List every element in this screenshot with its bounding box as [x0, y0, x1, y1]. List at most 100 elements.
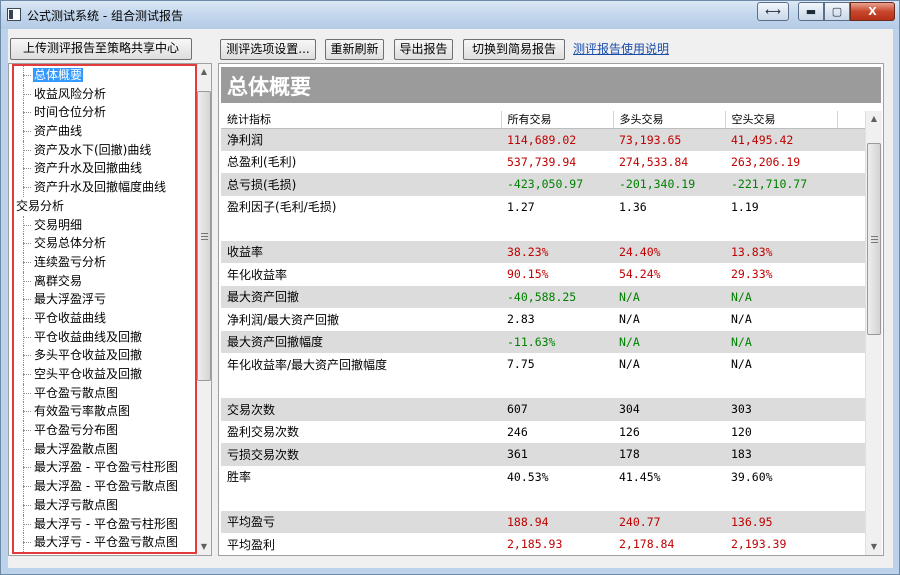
column-header-long[interactable]: 多头交易 — [613, 111, 726, 129]
column-header-short[interactable]: 空头交易 — [725, 111, 838, 129]
tree-item[interactable]: 交易明细 — [9, 215, 197, 235]
title-bar[interactable]: 公式测试系统 - 组合测试报告 ⟷ ▬ ▢ X — [1, 1, 899, 29]
all-trades-cell: 537,739.94 — [507, 154, 577, 169]
column-header-all[interactable]: 所有交易 — [501, 111, 614, 129]
upload-report-button[interactable]: 上传测评报告至策略共享中心 — [10, 38, 192, 60]
tree-item-label: 最大浮盈 - 平仓盈亏散点图 — [34, 479, 178, 494]
minimize-button[interactable]: ▬ — [798, 2, 824, 21]
table-row: 胜率 40.53% 41.45% 39.60% — [221, 466, 865, 489]
spacer-cell — [837, 330, 865, 353]
spacer-cell — [837, 151, 865, 174]
spacer-cell — [837, 240, 865, 263]
tree-scrollbar[interactable]: ▲ ▼ — [195, 64, 211, 555]
scroll-down-icon[interactable]: ▼ — [866, 539, 882, 555]
all-trades-cell — [501, 376, 613, 399]
tree-item[interactable]: 最大浮盈 - 平仓盈亏柱形图 — [9, 458, 197, 477]
scroll-thumb[interactable] — [197, 91, 211, 381]
long-trades-cell: 240.77 — [613, 510, 725, 533]
export-button[interactable]: 导出报告 — [394, 39, 453, 60]
tree-item[interactable]: 最大浮亏 - 平仓盈亏散点图 — [9, 533, 197, 552]
switch-simple-report-button[interactable]: 切换到简易报告 — [463, 39, 565, 60]
tree-item[interactable]: 平仓盈亏分布图 — [9, 421, 197, 440]
tree-item[interactable]: 交易分析 — [9, 197, 197, 216]
tree-item[interactable]: 连续盈亏分析 — [9, 252, 197, 272]
spacer-cell — [837, 263, 865, 286]
tree-item-label: 平仓收益曲线 — [34, 310, 107, 325]
all-trades-cell: 2,185.93 — [507, 537, 563, 552]
client-area: 上传测评报告至策略共享中心 测评选项设置... 重新刷新 导出报告 切换到简易报… — [8, 29, 893, 568]
tree-item[interactable]: 交易总体分析 — [9, 234, 197, 253]
tree-item[interactable]: 总体概要 — [9, 66, 197, 85]
tree-item[interactable]: 平仓收益曲线 — [9, 308, 197, 328]
metric-cell: 最大资产回撤 — [221, 285, 501, 308]
scroll-up-icon[interactable]: ▲ — [196, 64, 211, 80]
tree-item[interactable]: 资产及水下(回撤)曲线 — [9, 140, 197, 160]
tree-item[interactable]: 有效盈亏率散点图 — [9, 402, 197, 421]
help-link[interactable]: 测评报告使用说明 — [573, 40, 669, 57]
settings-button[interactable]: 测评选项设置... — [220, 39, 316, 60]
column-header-spacer — [837, 111, 865, 129]
tree-item[interactable]: 最大浮盈浮亏 — [9, 290, 197, 309]
metric-cell: 平均盈亏 — [221, 510, 501, 533]
column-header-metric[interactable]: 统计指标 — [221, 111, 502, 129]
maximize-button[interactable]: ▢ — [824, 2, 850, 21]
tree-item[interactable]: 最大浮亏散点图 — [9, 495, 197, 515]
scroll-thumb[interactable] — [867, 143, 881, 335]
all-trades-cell: 90.15% — [507, 267, 549, 282]
short-trades-cell: 2,193.39 — [731, 537, 787, 552]
report-scrollbar[interactable]: ▲ ▼ — [865, 111, 882, 555]
tree-item-label: 平仓盈亏散点图 — [34, 385, 119, 400]
tree-item[interactable]: 离群交易 — [9, 271, 197, 291]
spacer-cell — [837, 308, 865, 331]
tree-item[interactable]: 收益风险分析 — [9, 84, 197, 104]
tree-item[interactable]: 最大浮盈 - 平仓盈亏散点图 — [9, 477, 197, 496]
metric-cell: 净利润/最大资产回撤 — [227, 312, 340, 327]
report-panel: 总体概要 统计指标 所有交易 多头交易 空头交易 净利润 114,689.02 … — [218, 63, 884, 556]
tree-item[interactable]: 资产曲线 — [9, 122, 197, 141]
spacer-cell — [837, 443, 865, 466]
long-trades-cell: 304 — [613, 398, 725, 421]
metric-cell: 年化收益率/最大资产回撤幅度 — [227, 357, 388, 372]
refresh-button[interactable]: 重新刷新 — [325, 39, 384, 60]
spacer-row — [221, 488, 865, 511]
table-row: 收益率 38.23% 24.40% 13.83% — [221, 240, 865, 263]
tree-item[interactable]: 平仓收益曲线及回撤 — [9, 327, 197, 347]
table-row: 总亏损(毛损) -423,050.97 -201,340.19 -221,710.77 — [221, 173, 865, 196]
long-trades-cell: N/A — [613, 330, 725, 353]
tree-item-label: 交易分析 — [16, 198, 65, 213]
section-title: 总体概要 — [227, 75, 311, 99]
close-button[interactable]: X — [850, 2, 895, 21]
short-trades-cell: N/A — [731, 312, 752, 327]
tree-item[interactable]: 资产升水及回撤幅度曲线 — [9, 178, 197, 197]
table-row: 年化收益率/最大资产回撤幅度 7.75 N/A N/A — [221, 353, 865, 376]
tree-item[interactable]: 多头平仓收益及回撤 — [9, 346, 197, 365]
short-trades-cell: N/A — [725, 330, 837, 353]
tree-item-label: 有效盈亏率散点图 — [34, 404, 131, 419]
grip-icon — [871, 236, 878, 243]
long-trades-cell: 126 — [619, 424, 640, 439]
table-body: 净利润 114,689.02 73,193.65 41,495.42 总盈利(毛利) 53… — [221, 128, 865, 555]
spacer-cell — [837, 510, 865, 533]
tree-item[interactable]: 时间仓位分析 — [9, 103, 197, 122]
tree-item-label: 交易明细 — [34, 217, 83, 232]
report-tree[interactable]: 总体概要 收益风险分析 时间仓位分析 资产曲线 资产及水下(回撤)曲线 资产升水及回撤曲线… — [8, 63, 212, 556]
tree-item[interactable]: 最大浮盈散点图 — [9, 439, 197, 459]
metric-cell: 交易次数 — [221, 398, 501, 421]
spacer-cell — [837, 173, 865, 196]
all-trades-cell: 7.75 — [507, 357, 535, 372]
tree-item[interactable]: 资产升水及回撤曲线 — [9, 159, 197, 178]
tree-item[interactable]: 最大浮亏 - 平仓盈亏柱形图 — [9, 514, 197, 534]
metric-cell: 总盈利(毛利) — [227, 155, 297, 170]
long-trades-cell: 41.45% — [619, 469, 661, 484]
tree-item[interactable]: 平仓盈亏散点图 — [9, 383, 197, 403]
spacer-cell — [837, 488, 865, 511]
scroll-down-icon[interactable]: ▼ — [196, 539, 211, 555]
all-trades-cell — [501, 488, 613, 511]
window-title: 公式测试系统 - 组合测试报告 — [27, 9, 183, 23]
resize-toggle-button[interactable]: ⟷ — [757, 2, 789, 21]
spacer-cell — [837, 285, 865, 308]
tree-item[interactable]: 空头平仓收益及回撤 — [9, 365, 197, 384]
metric-cell: 平均盈利 — [227, 537, 276, 552]
scroll-up-icon[interactable]: ▲ — [866, 111, 882, 127]
short-trades-cell: -221,710.77 — [725, 173, 837, 196]
